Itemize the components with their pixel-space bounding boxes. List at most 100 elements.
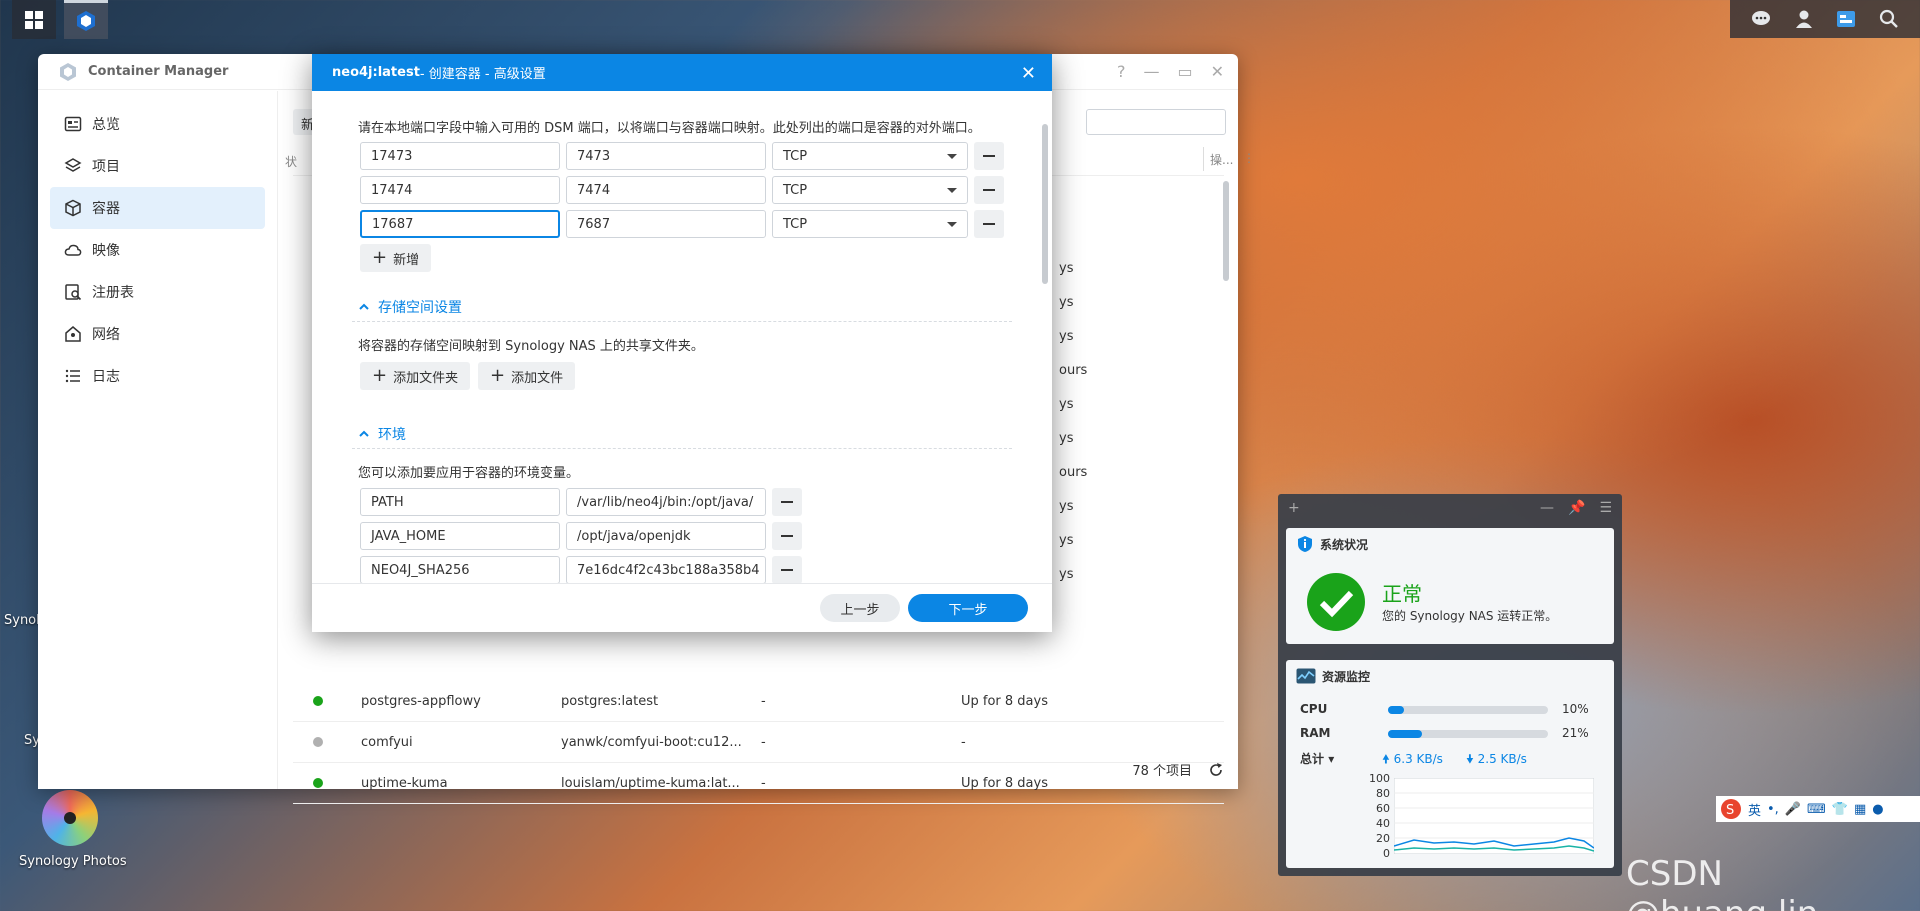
local-port-input[interactable]: 17474 <box>360 176 560 204</box>
upload-speed: 🠝 6.3 KB/s <box>1382 752 1443 766</box>
toolbox-icon[interactable]: ▦ <box>1854 802 1866 817</box>
remove-port-button[interactable] <box>974 176 1004 204</box>
container-port-input[interactable]: 7687 <box>566 210 766 238</box>
remove-port-button[interactable] <box>974 210 1004 238</box>
container-name: postgres-appflowy <box>361 693 481 709</box>
partial-status-text: ys <box>1059 295 1074 310</box>
column-menu-icon[interactable]: ⋮ <box>1243 151 1255 165</box>
storage-section-toggle[interactable]: 存储空间设置 <box>358 297 462 317</box>
env-value-input[interactable]: /var/lib/neo4j/bin:/opt/java/ <box>566 488 766 516</box>
user-icon[interactable] <box>1792 7 1816 31</box>
y-tick: 20 <box>1376 832 1390 845</box>
network-total-dropdown[interactable]: 总计 ▾ <box>1300 750 1334 767</box>
local-port-input[interactable]: 17473 <box>360 142 560 170</box>
desktop-icon-label[interactable]: Synol <box>4 613 40 628</box>
sidebar-item-image[interactable]: 映像 <box>50 229 265 271</box>
sidebar-item-network[interactable]: 网络 <box>50 313 265 355</box>
add-widget-icon[interactable]: + <box>1288 500 1300 516</box>
help-icon[interactable]: ? <box>1117 62 1126 81</box>
sidebar-item-registry[interactable]: 注册表 <box>50 271 265 313</box>
protocol-select[interactable]: TCP <box>772 142 968 170</box>
add-port-button[interactable]: + 新增 <box>360 244 432 272</box>
container-status: Up for 8 days <box>961 693 1048 709</box>
chat-icon[interactable] <box>1749 7 1773 31</box>
download-speed: 🠟 2.5 KB/s <box>1466 752 1527 766</box>
sidebar-item-label: 网络 <box>92 327 120 343</box>
pin-icon[interactable]: 📌 <box>1568 500 1585 516</box>
upload-value: 6.3 KB/s <box>1393 752 1443 766</box>
container-name: uptime-kuma <box>361 775 448 791</box>
previous-step-button[interactable]: 上一步 <box>820 594 900 622</box>
running-status-dot <box>313 696 323 706</box>
refresh-icon[interactable] <box>1208 762 1224 778</box>
sidebar-item-container[interactable]: 容器 <box>50 187 265 229</box>
network-traffic-chart <box>1394 778 1594 854</box>
container-icon <box>65 199 81 217</box>
synology-photos-label[interactable]: Synology Photos <box>19 854 127 869</box>
mascot-icon[interactable]: ● <box>1872 802 1883 817</box>
maximize-icon[interactable]: ▭ <box>1177 62 1192 81</box>
resource-monitor-header: 资源监控 <box>1286 660 1614 692</box>
search-input[interactable] <box>1086 109 1226 135</box>
add-port-label: 新增 <box>393 252 420 268</box>
protocol-select[interactable]: TCP <box>772 176 968 204</box>
minimize-icon[interactable]: — <box>1143 62 1159 81</box>
container-manager-taskbar-button[interactable] <box>64 0 108 39</box>
container-port-input[interactable]: 7474 <box>566 176 766 204</box>
protocol-select[interactable]: TCP <box>772 210 968 238</box>
partial-status-text: ys <box>1059 567 1074 582</box>
container-port: - <box>761 693 766 709</box>
table-row[interactable]: uptime-kuma louislam/uptime-kuma:lat... … <box>293 763 1224 804</box>
sidebar-item-project[interactable]: 项目 <box>50 145 265 187</box>
table-row[interactable]: postgres-appflowy postgres:latest - Up f… <box>293 681 1224 722</box>
env-value-input[interactable]: 7e16dc4f2c43bc188a358b4 <box>566 556 766 583</box>
env-value-input[interactable]: /opt/java/openjdk <box>566 522 766 550</box>
column-header-action[interactable]: 操... <box>1203 147 1237 171</box>
ime-language-toggle[interactable]: 英 <box>1748 800 1761 819</box>
env-section-toggle[interactable]: 环境 <box>358 424 406 444</box>
plus-icon: + <box>372 365 388 386</box>
widget-settings-icon[interactable]: ☰ <box>1599 500 1612 516</box>
protocol-value: TCP <box>783 182 808 198</box>
widget-toolbar: + — 📌 ☰ <box>1278 494 1622 522</box>
microphone-icon[interactable]: 🎤 <box>1785 802 1801 817</box>
column-header-status[interactable]: 状 <box>285 153 297 170</box>
list-scrollbar[interactable] <box>1223 181 1229 281</box>
plus-icon: + <box>490 365 506 386</box>
punctuation-icon[interactable]: •, <box>1767 802 1779 817</box>
partial-status-text: ours <box>1059 465 1088 480</box>
env-key-input[interactable]: PATH <box>360 488 560 516</box>
close-icon[interactable]: ✕ <box>1211 62 1224 81</box>
main-menu-button[interactable] <box>12 0 56 39</box>
taskbar-left <box>12 0 108 39</box>
next-step-button[interactable]: 下一步 <box>908 594 1028 622</box>
table-row[interactable]: comfyui yanwk/comfyui-boot:cu12... - - <box>293 722 1224 763</box>
sidebar-item-log[interactable]: 日志 <box>50 355 265 397</box>
y-tick: 40 <box>1376 817 1390 830</box>
add-folder-button[interactable]: + 添加文件夹 <box>360 362 471 390</box>
overview-icon <box>64 116 82 132</box>
remove-env-button[interactable] <box>772 488 802 516</box>
container-port-input[interactable]: 7473 <box>566 142 766 170</box>
minimize-widget-icon[interactable]: — <box>1540 500 1554 516</box>
env-key-input[interactable]: JAVA_HOME <box>360 522 560 550</box>
local-port-input[interactable]: 17687 <box>360 210 560 238</box>
close-icon[interactable]: ✕ <box>1021 63 1036 84</box>
dialog-scrollbar[interactable] <box>1042 124 1048 284</box>
skin-icon[interactable]: 👕 <box>1832 802 1848 817</box>
synology-photos-icon[interactable] <box>42 790 98 846</box>
search-icon[interactable] <box>1877 7 1901 31</box>
dialog-titlebar[interactable]: neo4j:latest - 创建容器 - 高级设置 <box>312 54 1052 91</box>
widgets-icon[interactable] <box>1834 7 1858 31</box>
partial-status-text: ys <box>1059 431 1074 446</box>
partial-status-text: ours <box>1059 363 1088 378</box>
remove-env-button[interactable] <box>772 522 802 550</box>
keyboard-icon[interactable]: ⌨ <box>1807 802 1826 817</box>
add-file-button[interactable]: + 添加文件 <box>478 362 576 390</box>
remove-port-button[interactable] <box>974 142 1004 170</box>
env-key-input[interactable]: NEO4J_SHA256 <box>360 556 560 583</box>
remove-env-button[interactable] <box>772 556 802 583</box>
sidebar-item-overview[interactable]: 总览 <box>50 103 265 145</box>
cpu-usage-fill <box>1388 706 1404 714</box>
env-description: 您可以添加要应用于容器的环境变量。 <box>358 466 580 481</box>
